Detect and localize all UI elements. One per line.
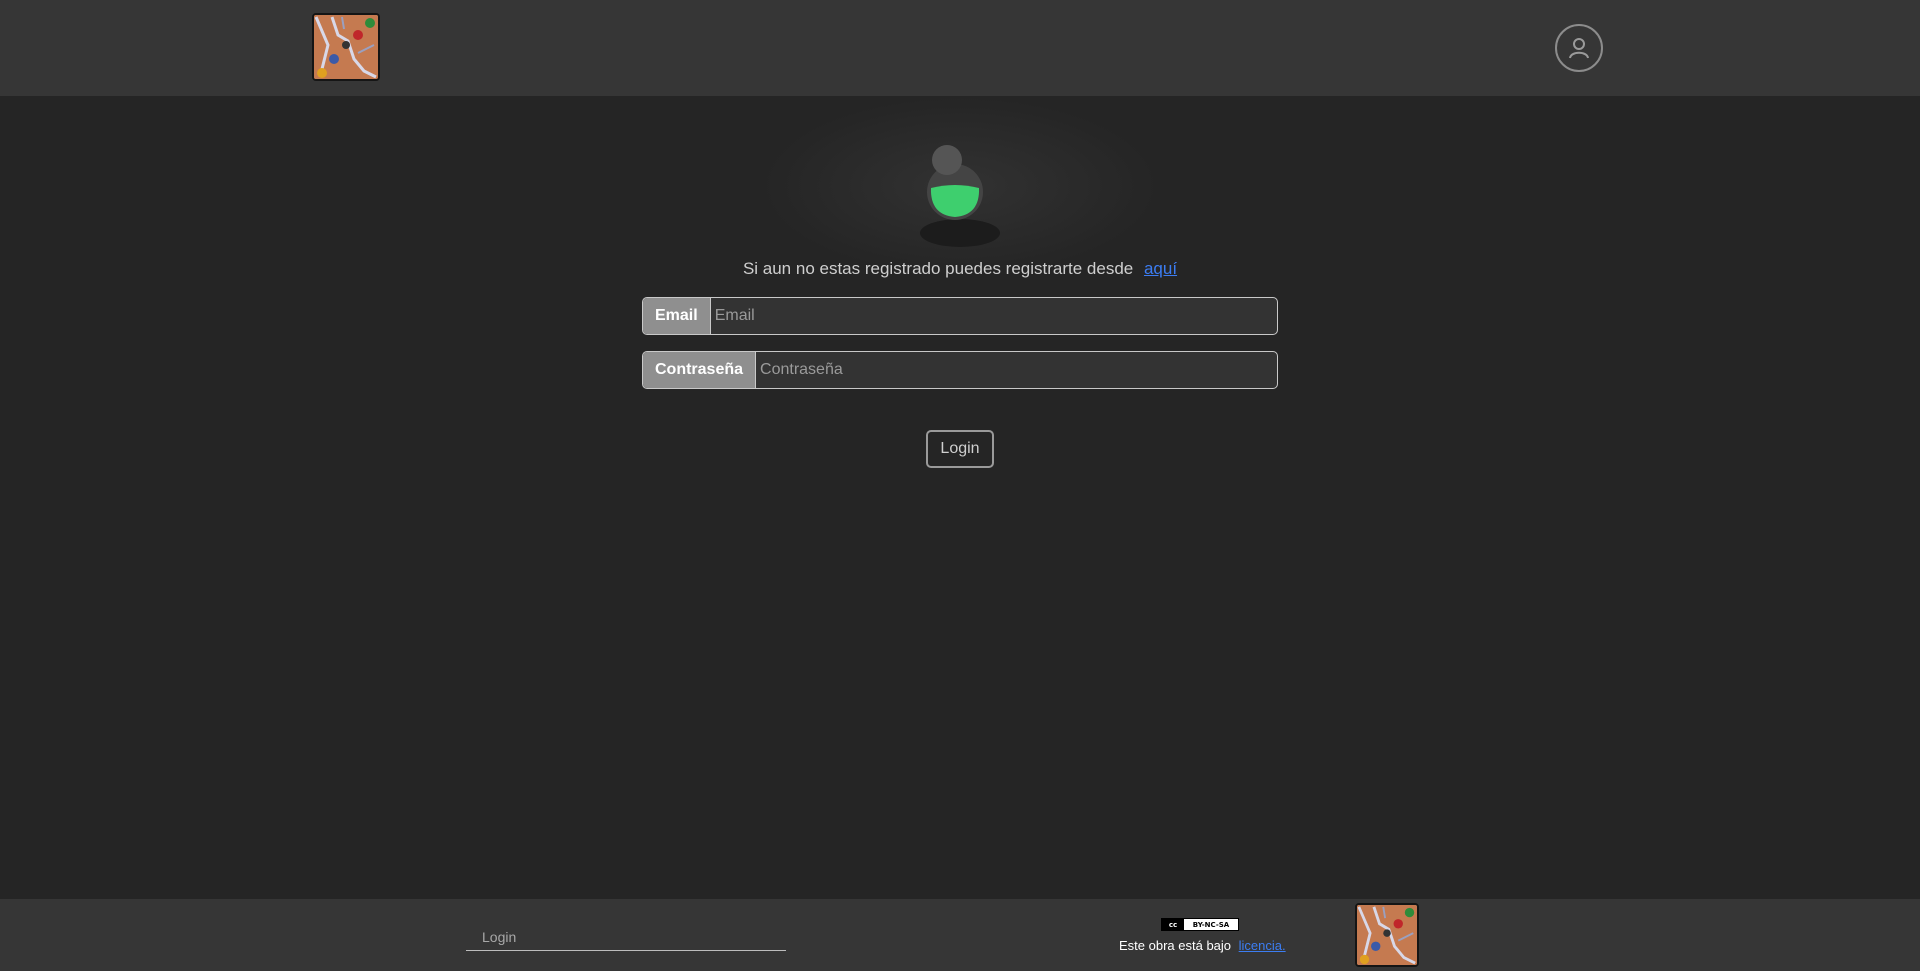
- cc-badge-text: BY-NC-SA: [1192, 920, 1230, 929]
- password-label: Contraseña: [643, 352, 757, 388]
- game-board-logo-icon[interactable]: [312, 13, 380, 81]
- footer-login-link[interactable]: Login: [466, 923, 786, 951]
- user-account-icon: [1569, 38, 1589, 59]
- login-button[interactable]: Login: [926, 430, 994, 468]
- password-input[interactable]: [756, 352, 1277, 388]
- user-avatar-icon: [920, 145, 1000, 247]
- license-text: Este obra está bajo: [1119, 938, 1232, 953]
- footer-game-board-logo-icon[interactable]: [1355, 903, 1419, 967]
- top-navbar: [0, 0, 1920, 96]
- register-prompt-text: Si aun no estas registrado puedes regist…: [742, 259, 1134, 278]
- cc-icon: cc: [1162, 919, 1184, 930]
- register-prompt: Si aun no estas registrado puedes regist…: [0, 259, 1920, 279]
- email-label: Email: [643, 298, 711, 334]
- password-input-group: Contraseña: [642, 351, 1278, 389]
- footer: Login cc BY-NC-SA Este obra está bajo li…: [0, 899, 1920, 971]
- email-input-group: Email: [642, 297, 1278, 335]
- license-notice: Este obra está bajo licencia.: [1119, 938, 1286, 953]
- email-input[interactable]: [710, 298, 1277, 334]
- user-account-button[interactable]: [1555, 24, 1603, 72]
- license-link[interactable]: licencia.: [1239, 938, 1286, 953]
- register-link[interactable]: aquí: [1144, 259, 1177, 278]
- cc-license-badge[interactable]: cc BY-NC-SA: [1161, 918, 1239, 931]
